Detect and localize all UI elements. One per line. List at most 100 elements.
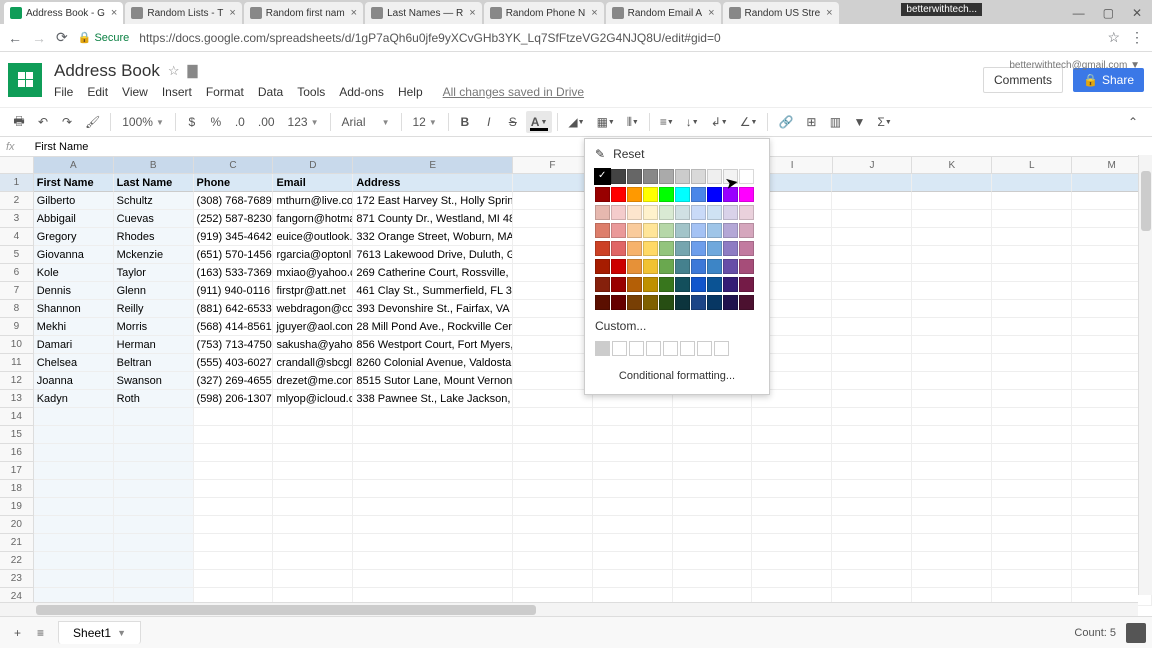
cell[interactable]	[513, 426, 593, 444]
color-swatch[interactable]	[627, 187, 642, 202]
color-swatch[interactable]	[643, 169, 658, 184]
color-swatch[interactable]	[723, 223, 738, 238]
cell[interactable]	[912, 282, 992, 300]
functions-icon[interactable]: Σ▼	[872, 111, 896, 133]
color-swatch[interactable]	[659, 205, 674, 220]
row-header[interactable]: 18	[0, 480, 34, 498]
color-swatch[interactable]	[739, 277, 754, 292]
column-header[interactable]: A	[34, 157, 114, 174]
cell[interactable]	[832, 282, 912, 300]
doc-title[interactable]: Address Book	[54, 61, 160, 81]
color-swatch[interactable]	[691, 187, 706, 202]
more-formats-select[interactable]: 123▼	[282, 112, 325, 132]
spreadsheet-grid[interactable]: ABCDEFGHIJKLM 1First NameLast NamePhoneE…	[0, 157, 1152, 612]
cell[interactable]	[34, 516, 114, 534]
cell[interactable]	[992, 498, 1072, 516]
cell[interactable]	[194, 552, 274, 570]
cell[interactable]	[593, 426, 673, 444]
cell[interactable]	[832, 444, 912, 462]
color-swatch[interactable]	[659, 187, 674, 202]
star-doc-icon[interactable]: ☆	[168, 63, 180, 79]
cell[interactable]	[673, 444, 753, 462]
color-swatch[interactable]	[659, 277, 674, 292]
color-swatch[interactable]	[691, 223, 706, 238]
cell[interactable]	[273, 552, 353, 570]
cell[interactable]	[593, 444, 673, 462]
cell[interactable]	[912, 480, 992, 498]
header-cell[interactable]	[912, 174, 992, 192]
cell[interactable]	[912, 246, 992, 264]
cell[interactable]	[513, 444, 593, 462]
color-swatch[interactable]	[691, 169, 706, 184]
cell[interactable]	[992, 480, 1072, 498]
cell[interactable]: Cuevas	[114, 210, 194, 228]
color-swatch[interactable]	[707, 205, 722, 220]
color-swatch[interactable]	[739, 223, 754, 238]
text-wrap-icon[interactable]: ↲▼	[706, 111, 733, 133]
vertical-scrollbar[interactable]	[1138, 155, 1152, 595]
cell[interactable]	[114, 516, 194, 534]
cell[interactable]: (252) 587-8230	[194, 210, 274, 228]
cell[interactable]: Chelsea	[34, 354, 114, 372]
cell[interactable]	[992, 462, 1072, 480]
color-swatch[interactable]	[595, 295, 610, 310]
cell[interactable]: (327) 269-4655	[194, 372, 274, 390]
cell[interactable]: 338 Pawnee St., Lake Jackson, TX 77566	[353, 390, 512, 408]
cell[interactable]	[992, 336, 1072, 354]
header-cell[interactable]: Last Name	[114, 174, 194, 192]
cell[interactable]	[114, 480, 194, 498]
cell[interactable]	[114, 426, 194, 444]
cell[interactable]	[593, 462, 673, 480]
cell[interactable]	[992, 192, 1072, 210]
cell[interactable]	[752, 552, 832, 570]
increase-decimal-icon[interactable]: .00	[253, 111, 280, 133]
recent-color-swatch[interactable]	[714, 341, 729, 356]
forward-icon[interactable]: →	[32, 30, 46, 46]
cell[interactable]	[752, 516, 832, 534]
cell[interactable]	[273, 426, 353, 444]
cell[interactable]: Morris	[114, 318, 194, 336]
color-swatch[interactable]	[627, 295, 642, 310]
insert-chart-icon[interactable]: ▥	[824, 111, 846, 133]
cell[interactable]	[832, 228, 912, 246]
color-swatch[interactable]	[739, 187, 754, 202]
cell[interactable]	[912, 300, 992, 318]
cell[interactable]: sakusha@yahoo	[273, 336, 353, 354]
sheets-logo-icon[interactable]	[8, 63, 42, 97]
color-swatch[interactable]	[627, 169, 642, 184]
row-header[interactable]: 23	[0, 570, 34, 588]
cell[interactable]	[513, 480, 593, 498]
close-tab-icon[interactable]: ×	[351, 7, 357, 19]
color-swatch[interactable]	[627, 205, 642, 220]
row-header[interactable]: 3	[0, 210, 34, 228]
row-header[interactable]: 1	[0, 174, 34, 192]
add-sheet-button[interactable]: +	[6, 622, 29, 644]
cell[interactable]	[513, 210, 593, 228]
sheet-tab-menu-icon[interactable]: ▼	[117, 628, 126, 638]
cell[interactable]	[673, 498, 753, 516]
cell[interactable]	[194, 426, 274, 444]
bold-icon[interactable]: B	[454, 111, 476, 133]
row-header[interactable]: 2	[0, 192, 34, 210]
cell[interactable]	[912, 264, 992, 282]
cell[interactable]	[992, 570, 1072, 588]
menu-item[interactable]: File	[54, 85, 73, 99]
cell[interactable]	[513, 534, 593, 552]
selection-count[interactable]: Count: 5	[1074, 627, 1116, 639]
menu-item[interactable]: Tools	[297, 85, 325, 99]
maximize-icon[interactable]: ▢	[1103, 6, 1114, 20]
cell[interactable]	[673, 552, 753, 570]
cell[interactable]: (881) 642-6533	[194, 300, 274, 318]
cell[interactable]: crandall@sbcglo	[273, 354, 353, 372]
format-currency-icon[interactable]: $	[181, 111, 203, 133]
row-header[interactable]: 11	[0, 354, 34, 372]
cell[interactable]	[832, 426, 912, 444]
formula-bar[interactable]: fx First Name	[0, 137, 1152, 157]
redo-icon[interactable]: ↷	[56, 111, 78, 133]
cell[interactable]	[992, 408, 1072, 426]
color-swatch[interactable]	[675, 241, 690, 256]
cell[interactable]	[912, 228, 992, 246]
cell[interactable]	[832, 246, 912, 264]
cell[interactable]	[593, 534, 673, 552]
column-header[interactable]: B	[114, 157, 194, 174]
